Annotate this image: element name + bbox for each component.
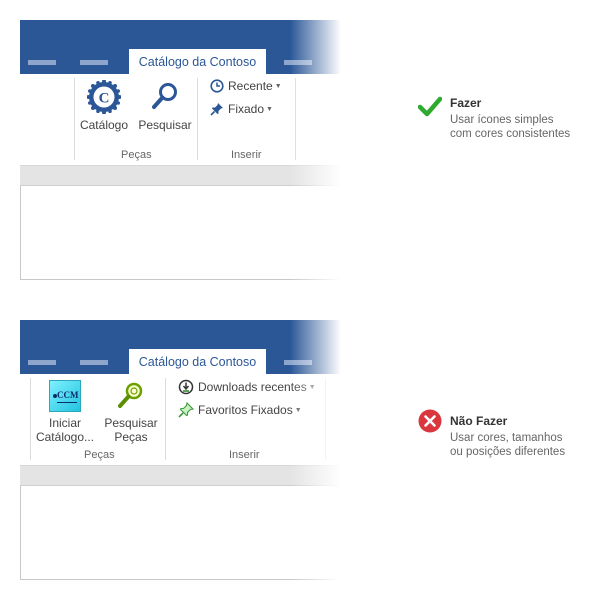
search-parts-label-line2: Peças <box>114 430 148 444</box>
recent-downloads-button[interactable]: Downloads recentes ▼ <box>178 379 316 395</box>
tab-placeholder <box>284 360 312 365</box>
svg-text:C: C <box>99 91 110 107</box>
pinned-button[interactable]: Fixado ▼ <box>210 102 273 116</box>
recent-downloads-label: Downloads recentes <box>198 380 307 394</box>
tab-placeholder <box>80 360 108 365</box>
do-description-line1: Usar ícones simples <box>450 114 554 126</box>
start-catalog-button[interactable]: CCM Iniciar Catálogo... <box>32 380 98 444</box>
do-description: Usar ícones simples com cores consistent… <box>450 113 570 141</box>
green-pin-icon <box>178 402 194 418</box>
status-bar <box>20 166 350 186</box>
group-label-pecas: Peças <box>84 449 115 461</box>
search-button-label: Pesquisar <box>138 118 192 132</box>
ribbon-mock-do: Catálogo da Contoso C Catálogo Pesquisar… <box>20 20 350 280</box>
catalog-button[interactable]: C Catálogo <box>78 80 130 132</box>
group-separator <box>325 378 326 460</box>
ribbon-mock-dont: Catálogo da Contoso CCM Iniciar Catálogo… <box>20 320 350 580</box>
clock-download-icon <box>178 379 194 395</box>
pinned-button-label: Fixado <box>228 102 265 116</box>
group-label-inserir: Inserir <box>231 149 262 161</box>
ribbon: CCM Iniciar Catálogo... Pesquisar Peças <box>20 374 350 466</box>
start-catalog-label-line2: Catálogo... <box>35 430 95 444</box>
dont-heading: Não Fazer <box>450 414 508 428</box>
pin-icon <box>210 103 223 116</box>
pinned-favorites-label: Favoritos Fixados <box>198 403 293 417</box>
error-x-icon <box>418 409 442 433</box>
chevron-down-icon: ▼ <box>294 406 302 414</box>
catalog-button-label: Catálogo <box>79 118 129 132</box>
ccm-icon-text: CCM <box>57 390 79 400</box>
group-separator <box>30 378 31 460</box>
clock-icon <box>210 79 224 93</box>
recent-button-label: Recente <box>228 79 273 93</box>
group-label-inserir: Inserir <box>229 449 260 461</box>
chevron-down-icon: ▼ <box>266 105 273 113</box>
dont-description-line1: Usar cores, tamanhos <box>450 432 563 444</box>
chevron-down-icon: ▼ <box>274 82 282 90</box>
ccm-catalog-icon: CCM <box>49 380 81 412</box>
group-separator <box>74 78 75 160</box>
group-separator <box>295 78 296 160</box>
search-button[interactable]: Pesquisar <box>136 80 194 132</box>
tab-placeholder <box>28 60 56 65</box>
status-bar <box>20 466 350 486</box>
search-parts-label-line1: Pesquisar <box>104 416 158 430</box>
magnifier-icon <box>118 382 143 408</box>
tab-placeholder <box>80 60 108 65</box>
checkmark-icon <box>418 96 442 117</box>
tab-catalogo-contoso[interactable]: Catálogo da Contoso <box>129 349 266 375</box>
start-catalog-label-line1: Iniciar <box>48 416 81 430</box>
search-icon <box>152 83 177 109</box>
recent-button[interactable]: Recente ▼ <box>210 79 282 93</box>
ccm-icon-underline <box>57 402 77 403</box>
group-separator <box>197 78 198 160</box>
pinned-favorites-button[interactable]: Favoritos Fixados ▼ <box>178 402 302 418</box>
chevron-down-icon: ▼ <box>308 383 316 391</box>
group-label-pecas: Peças <box>121 149 152 161</box>
group-separator <box>165 378 166 460</box>
search-parts-button[interactable]: Pesquisar Peças <box>102 380 160 444</box>
tab-catalogo-contoso[interactable]: Catálogo da Contoso <box>129 49 266 75</box>
ribbon: C Catálogo Pesquisar Recente ▼ Fixado ▼ … <box>20 74 350 166</box>
tab-placeholder <box>284 60 312 65</box>
do-heading: Fazer <box>450 96 482 110</box>
dont-description-line2: ou posições diferentes <box>450 446 566 458</box>
tab-placeholder <box>28 360 56 365</box>
catalog-seal-icon: C <box>87 80 121 114</box>
do-description-line2: com cores consistentes <box>450 128 571 140</box>
dont-description: Usar cores, tamanhos ou posições diferen… <box>450 431 565 459</box>
